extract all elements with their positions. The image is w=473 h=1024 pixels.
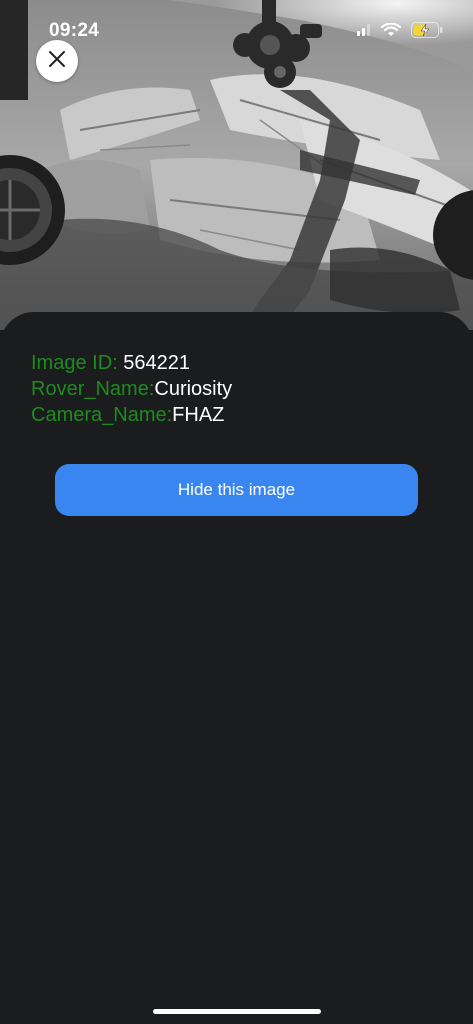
wifi-icon [380,21,402,42]
rover-name-label: Rover_Name: [31,378,155,400]
rover-name-row: Rover_Name:Curiosity [31,376,232,402]
signal-icon [357,23,371,41]
camera-name-value: FHAZ [172,404,225,426]
camera-name-row: Camera_Name:FHAZ [31,402,232,428]
image-id-label: Image ID: [31,352,124,374]
image-id-value: 564221 [123,352,191,374]
home-indicator [153,1009,321,1014]
image-id-row: Image ID: 564221 [31,350,232,376]
close-button[interactable] [36,40,78,82]
status-bar: 09:24 [0,0,473,50]
battery-charging-icon [411,21,443,43]
screen: 09:24 Image ID: 564221 Rover_Name:Curios… [0,0,473,1024]
status-icons [357,21,443,43]
details-sheet: Image ID: 564221 Rover_Name:Curiosity Ca… [0,312,473,1024]
close-icon [48,50,66,73]
hide-image-button[interactable]: Hide this image [55,464,418,516]
rover-name-value: Curiosity [154,378,233,400]
status-time: 09:24 [49,20,100,41]
camera-name-label: Camera_Name: [31,404,173,426]
image-info: Image ID: 564221 Rover_Name:Curiosity Ca… [31,350,232,428]
